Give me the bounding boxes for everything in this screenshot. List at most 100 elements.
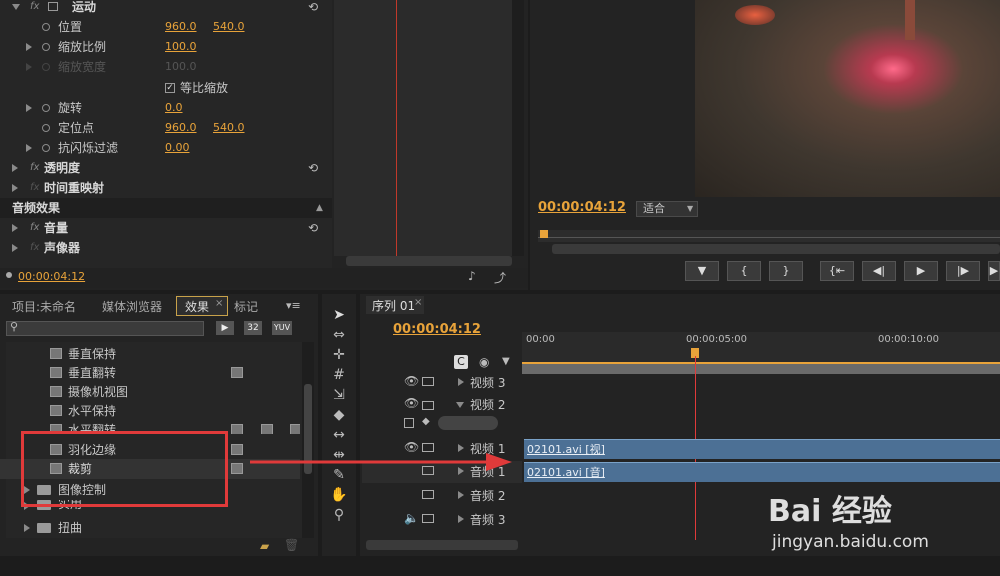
effect-timecode[interactable]: 00:00:04:12 <box>18 270 85 283</box>
effects-search-input[interactable]: ⚲ <box>6 320 204 336</box>
list-item[interactable]: 垂直保持 <box>0 344 300 364</box>
step-forward-button[interactable]: |▶ <box>946 261 980 281</box>
expand-icon[interactable] <box>26 104 32 112</box>
position-y-value[interactable]: 540.0 <box>213 17 245 37</box>
list-item[interactable]: 水平保持 <box>0 401 300 421</box>
loop-icon[interactable]: ⤴ <box>494 269 506 286</box>
display-style-icon[interactable] <box>404 418 414 428</box>
tab-effects[interactable]: 效果 × <box>176 296 228 316</box>
anchor-x-value[interactable]: 960.0 <box>165 118 197 138</box>
go-to-in-button[interactable]: {⇤ <box>820 261 854 281</box>
expand-icon[interactable] <box>12 244 18 252</box>
panel-menu-icon[interactable]: ▾≡ <box>286 299 301 312</box>
track-header-video3[interactable]: 👁 视频 3 <box>362 372 522 394</box>
go-to-out-button[interactable]: ▶ <box>988 261 1000 281</box>
keyframe-icon[interactable]: ◆ <box>422 416 430 427</box>
position-x-value[interactable]: 960.0 <box>165 17 197 37</box>
collapse-up-icon[interactable]: ▲ <box>316 198 323 218</box>
video-clip[interactable]: 02101.avi [视] <box>524 439 1000 459</box>
track-header-audio3[interactable]: 🔈 音频 3 <box>362 509 522 531</box>
motion-row[interactable]: fx 运动 ⟲ <box>0 0 332 17</box>
tab-markers[interactable]: 标记 <box>234 298 258 316</box>
expand-icon[interactable] <box>26 43 32 51</box>
hand-tool-icon[interactable]: ✋ <box>330 486 348 504</box>
panner-row[interactable]: fx 声像器 <box>0 238 332 258</box>
expand-icon[interactable] <box>458 378 464 386</box>
playhead-marker[interactable] <box>540 230 548 238</box>
mark-out-button[interactable]: } <box>769 261 803 281</box>
track-select-tool-icon[interactable]: ⇔ <box>330 326 348 344</box>
lock-icon[interactable] <box>422 490 434 499</box>
reset-icon[interactable]: ⟲ <box>308 158 318 178</box>
stopwatch-icon[interactable] <box>42 43 50 51</box>
stopwatch-icon[interactable] <box>42 104 50 112</box>
flicker-value[interactable]: 0.00 <box>165 138 190 158</box>
tab-project[interactable]: 项目:未命名 <box>12 298 76 316</box>
expand-icon[interactable] <box>12 164 18 172</box>
close-icon[interactable]: × <box>215 298 223 309</box>
expand-icon[interactable] <box>12 4 20 10</box>
lock-icon[interactable] <box>422 514 434 523</box>
list-item[interactable]: 摄像机视图 <box>0 382 300 402</box>
selection-tool-icon[interactable]: ➤ <box>330 306 348 324</box>
audio-clip[interactable]: 02101.avi [音] <box>524 462 1000 482</box>
linked-selection-icon[interactable]: ◉ <box>479 355 489 369</box>
new-bin-icon[interactable]: ▰ <box>260 539 269 553</box>
transform-icon[interactable] <box>48 2 58 11</box>
lock-icon[interactable] <box>422 443 434 452</box>
effects-scrollbar[interactable] <box>302 342 314 538</box>
folder-item[interactable]: 扭曲 <box>0 518 300 538</box>
timeline-zoom-scrollbar[interactable] <box>366 540 518 550</box>
fx-icon[interactable]: fx <box>30 0 39 17</box>
zoom-tool-icon[interactable]: ⚲ <box>330 506 348 524</box>
list-item[interactable]: 垂直翻转 <box>0 363 300 383</box>
stopwatch-icon[interactable] <box>42 124 50 132</box>
tab-media-browser[interactable]: 媒体浏览器 <box>102 298 162 316</box>
opacity-row[interactable]: fx 透明度 ⟲ <box>0 158 332 178</box>
delete-icon[interactable]: 🗑 <box>284 538 299 552</box>
add-marker-icon[interactable]: ▼ <box>502 356 510 367</box>
time-remap-row[interactable]: fx 时间重映射 <box>0 178 332 198</box>
keyframe-scrollbar[interactable] <box>512 0 524 256</box>
track-header-audio2[interactable]: 音频 2 <box>362 485 522 507</box>
speaker-icon[interactable]: 🔈 <box>404 511 419 525</box>
uniform-scale-checkbox[interactable]: ✓ <box>165 83 175 93</box>
fx-icon[interactable]: fx <box>30 158 39 178</box>
slip-tool-icon[interactable]: ↔ <box>330 426 348 444</box>
rotation-value[interactable]: 0.0 <box>165 98 183 118</box>
expand-icon[interactable] <box>458 444 464 452</box>
anchor-y-value[interactable]: 540.0 <box>213 118 245 138</box>
stopwatch-icon[interactable] <box>42 144 50 152</box>
stopwatch-icon[interactable] <box>42 23 50 31</box>
sequence-tab[interactable]: 序列 01 × <box>366 296 424 314</box>
step-back-button[interactable]: ◀| <box>862 261 896 281</box>
eye-icon[interactable]: 👁 <box>404 396 419 410</box>
snap-icon[interactable]: C <box>454 355 468 369</box>
lock-icon[interactable] <box>422 377 434 386</box>
razor-tool-icon[interactable]: ◆ <box>330 406 348 424</box>
expand-icon[interactable] <box>26 144 32 152</box>
add-marker-button[interactable]: ▼ <box>685 261 719 281</box>
expand-icon[interactable] <box>458 515 464 523</box>
expand-icon[interactable] <box>12 184 18 192</box>
program-scrubber[interactable] <box>538 230 1000 242</box>
close-icon[interactable]: × <box>414 297 422 308</box>
expand-icon[interactable] <box>458 491 464 499</box>
scale-value[interactable]: 100.0 <box>165 37 197 57</box>
keyframe-zoom-scrollbar[interactable] <box>346 256 512 266</box>
track-header-video2[interactable]: 👁 视频 2 ◆ <box>362 394 522 436</box>
reset-icon[interactable]: ⟲ <box>308 218 318 238</box>
audio-playback-icon[interactable]: ♪ <box>468 269 476 283</box>
play-button[interactable]: ▶ <box>904 261 938 281</box>
ripple-edit-tool-icon[interactable]: ✛ <box>330 346 348 364</box>
32bit-filter-button[interactable]: 32 <box>244 321 262 335</box>
rate-stretch-tool-icon[interactable]: ⇲ <box>330 386 348 404</box>
expand-icon[interactable] <box>12 224 18 232</box>
timeline-timecode[interactable]: 00:00:04:12 <box>393 322 481 337</box>
reset-icon[interactable]: ⟲ <box>308 0 318 17</box>
accelerated-effects-filter-icon[interactable]: ▶ <box>216 321 234 335</box>
expand-icon[interactable] <box>24 524 30 532</box>
eye-icon[interactable]: 👁 <box>404 374 419 388</box>
fit-dropdown[interactable]: 适合 ▼ <box>636 201 698 217</box>
program-timecode[interactable]: 00:00:04:12 <box>538 200 626 215</box>
